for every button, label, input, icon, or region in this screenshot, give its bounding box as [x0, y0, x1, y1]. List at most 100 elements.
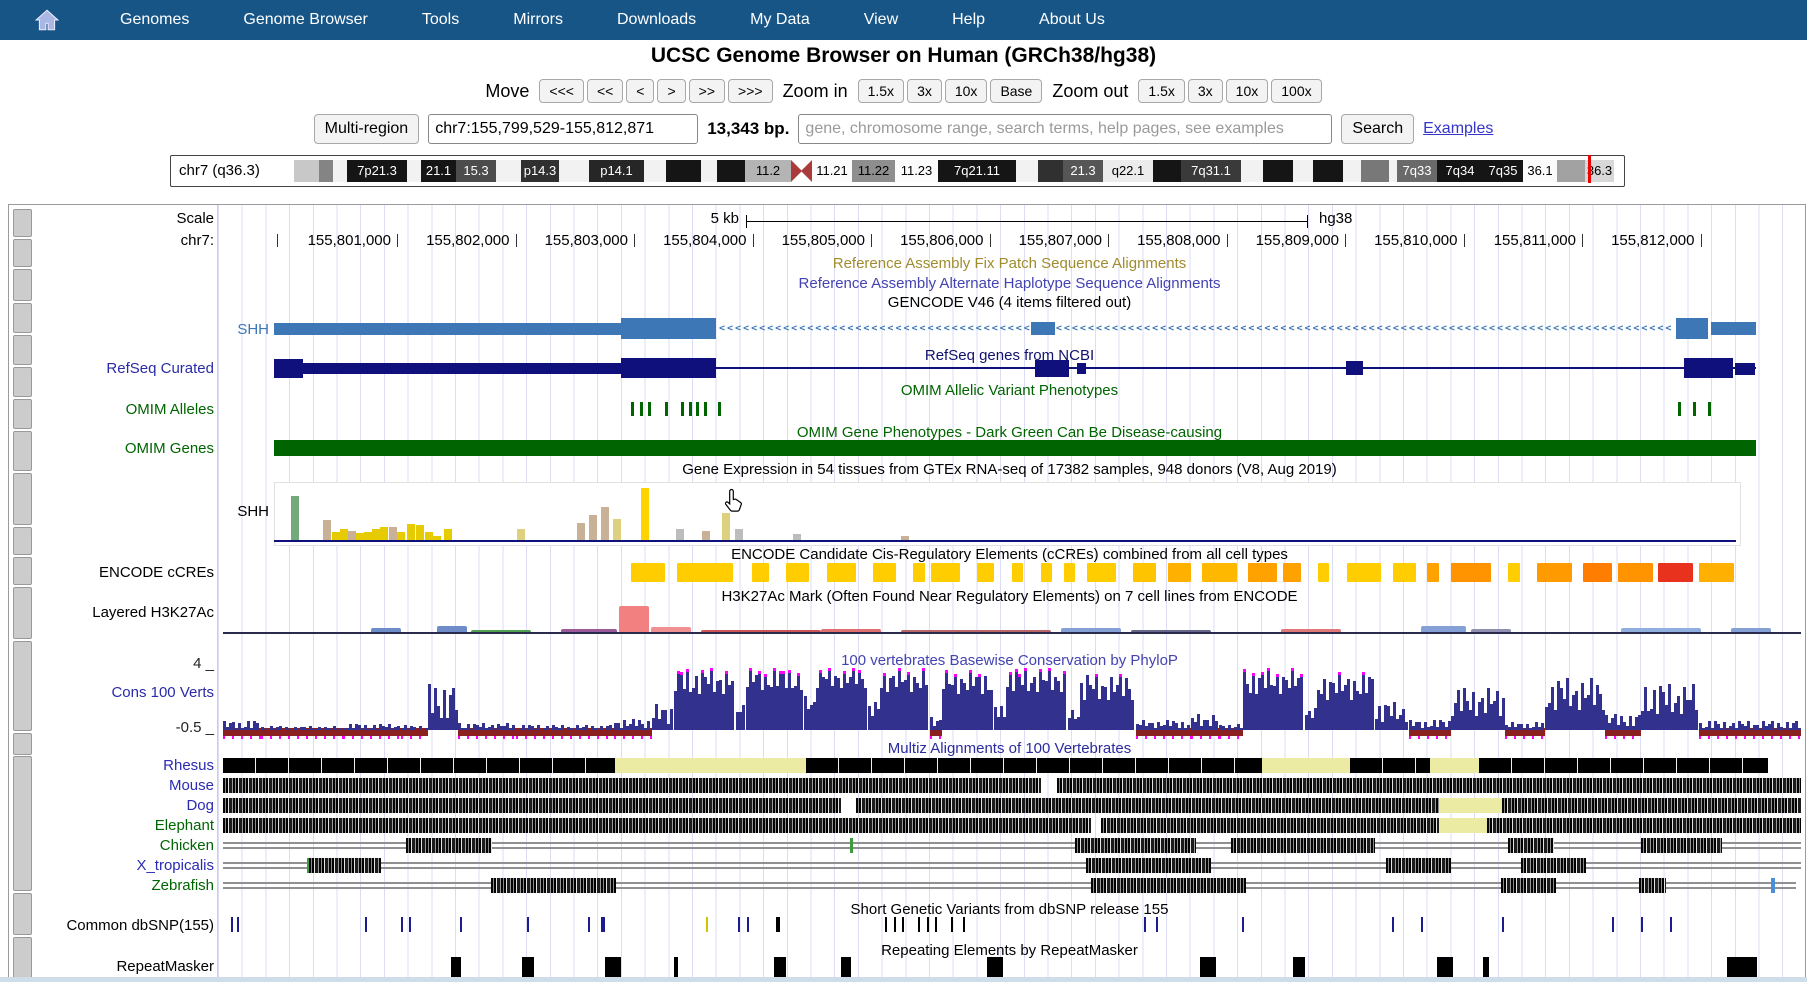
ideogram-band[interactable] — [1038, 160, 1063, 182]
nav-item-genomes[interactable]: Genomes — [120, 11, 189, 29]
position-input[interactable] — [428, 114, 698, 144]
multiz-segment[interactable] — [309, 858, 381, 873]
dbsnp-tick[interactable] — [401, 917, 403, 932]
multiz-segment[interactable] — [1430, 758, 1479, 773]
track-label-refseq-curated[interactable]: RefSeq Curated — [9, 361, 214, 376]
ideogram-band[interactable] — [1389, 160, 1397, 182]
ideogram-band[interactable] — [717, 160, 745, 182]
track-title-multiz-alignments-of-100-vertebrates[interactable]: Multiz Alignments of 100 Vertebrates — [218, 741, 1801, 756]
multiz-segment[interactable] — [1231, 838, 1375, 853]
dbsnp-tick[interactable] — [935, 917, 937, 932]
omim-allele-tick[interactable] — [689, 402, 692, 416]
dbsnp-tick[interactable] — [460, 917, 462, 932]
ccre-block[interactable] — [873, 563, 896, 582]
dbsnp-tick[interactable] — [963, 917, 965, 932]
multiz-segment[interactable] — [1487, 818, 1801, 833]
ccre-block[interactable] — [1012, 563, 1023, 582]
track-label-omim-genes[interactable]: OMIM Genes — [9, 441, 214, 456]
dbsnp-tick[interactable] — [902, 917, 904, 932]
nav-item-view[interactable]: View — [864, 11, 898, 29]
dbsnp-tick[interactable] — [738, 917, 740, 932]
move-button-[interactable]: < — [626, 79, 654, 103]
move-button-[interactable]: >>> — [728, 79, 773, 103]
gtex-bar[interactable] — [291, 496, 299, 540]
zoom-out-button-3x[interactable]: 3x — [1188, 79, 1223, 103]
dbsnp-tick[interactable] — [918, 917, 920, 932]
track-title-reference-assembly-alternate-haplotype-s[interactable]: Reference Assembly Alternate Haplotype S… — [218, 276, 1801, 291]
ccre-block[interactable] — [977, 563, 994, 582]
gtex-bar[interactable] — [613, 519, 621, 540]
ccre-block[interactable] — [827, 563, 856, 582]
ccre-block[interactable] — [786, 563, 809, 582]
track-label-cons-100-verts[interactable]: Cons 100 Verts — [9, 685, 214, 700]
multiz-segment[interactable] — [1521, 858, 1586, 873]
ccre-block[interactable] — [1537, 563, 1572, 582]
nav-item-my-data[interactable]: My Data — [750, 11, 810, 29]
dbsnp-tick[interactable] — [1156, 917, 1158, 932]
zoom-in-button-base[interactable]: Base — [990, 79, 1042, 103]
dbsnp-tick[interactable] — [409, 917, 411, 932]
multiz-segment[interactable] — [1101, 818, 1439, 833]
ideogram-band[interactable]: 7q35 — [1483, 160, 1523, 182]
nav-item-tools[interactable]: Tools — [422, 11, 459, 29]
ccre-block[interactable] — [1133, 563, 1156, 582]
multiz-label-rhesus[interactable]: Rhesus — [9, 758, 214, 773]
repeatmasker-block[interactable] — [1200, 957, 1216, 978]
multiz-segment[interactable] — [223, 818, 1091, 833]
ideogram-band[interactable] — [1313, 160, 1343, 182]
multiz-segment[interactable] — [1086, 858, 1211, 873]
omim-allele-tick[interactable] — [640, 402, 643, 416]
gtex-bar[interactable] — [332, 532, 340, 540]
ideogram-band[interactable] — [1016, 160, 1038, 182]
multiz-segment[interactable] — [223, 778, 1041, 793]
dbsnp-tick[interactable] — [1641, 917, 1643, 932]
track-title-omim-gene-phenotypes-dark-green-can-be-d[interactable]: OMIM Gene Phenotypes - Dark Green Can Be… — [218, 425, 1801, 440]
omim-allele-tick[interactable] — [1708, 402, 1711, 416]
multiz-label-chicken[interactable]: Chicken — [9, 838, 214, 853]
gencode-exon[interactable] — [1676, 318, 1708, 339]
dbsnp-tick[interactable] — [231, 917, 233, 932]
ideogram-band[interactable]: 11.2 — [745, 160, 791, 182]
gtex-bar[interactable] — [735, 529, 743, 540]
ccre-block[interactable] — [913, 563, 925, 582]
ccre-block[interactable] — [1699, 563, 1734, 582]
multiz-segment[interactable] — [1508, 838, 1554, 853]
gencode-exon[interactable] — [621, 318, 716, 339]
ideogram-band[interactable] — [294, 160, 319, 182]
track-label-omim-alleles[interactable]: OMIM Alleles — [9, 402, 214, 417]
multiz-label-mouse[interactable]: Mouse — [9, 778, 214, 793]
multiz-segment[interactable] — [1502, 798, 1801, 813]
omim-gene-bar[interactable] — [274, 440, 1756, 456]
dbsnp-tick[interactable] — [951, 917, 953, 932]
ideogram-band[interactable] — [666, 160, 701, 182]
nav-item-help[interactable]: Help — [952, 11, 985, 29]
ideogram-band[interactable] — [1153, 160, 1181, 182]
gtex-bar[interactable] — [416, 525, 424, 540]
track-title-reference-assembly-fix-patch-sequence-al[interactable]: Reference Assembly Fix Patch Sequence Al… — [218, 256, 1801, 271]
gtex-bar[interactable] — [380, 527, 388, 540]
dbsnp-tick[interactable] — [927, 917, 929, 932]
ideogram-band[interactable] — [319, 160, 333, 182]
omim-allele-tick[interactable] — [696, 402, 699, 416]
track-label-encode-ccres[interactable]: ENCODE cCREs — [9, 565, 214, 580]
ccre-block[interactable] — [677, 563, 733, 582]
gtex-bar[interactable] — [356, 533, 364, 540]
multiz-segment[interactable] — [1479, 758, 1768, 773]
dbsnp-tick[interactable] — [776, 917, 780, 932]
track-label-common-dbsnp-155[interactable]: Common dbSNP(155) — [9, 918, 214, 933]
home-icon[interactable] — [34, 7, 60, 33]
ideogram-band[interactable]: 11.22 — [852, 160, 895, 182]
omim-allele-tick[interactable] — [704, 402, 707, 416]
multiz-segment[interactable] — [1639, 878, 1666, 893]
ideogram-band[interactable] — [1263, 160, 1293, 182]
gtex-bar[interactable] — [676, 529, 684, 540]
ccre-block[interactable] — [1618, 563, 1653, 582]
ideogram-band[interactable]: 11.23 — [895, 160, 938, 182]
track-title-repeating-elements-by-repeatmasker[interactable]: Repeating Elements by RepeatMasker — [218, 943, 1801, 958]
dbsnp-tick[interactable] — [1242, 917, 1244, 932]
gtex-bar[interactable] — [372, 529, 380, 540]
refseq-exon[interactable] — [1684, 358, 1733, 378]
gtex-bar[interactable] — [389, 527, 397, 540]
track-label-chr7[interactable]: chr7: — [9, 233, 214, 248]
ideogram-band[interactable]: 7q33 — [1397, 160, 1437, 182]
